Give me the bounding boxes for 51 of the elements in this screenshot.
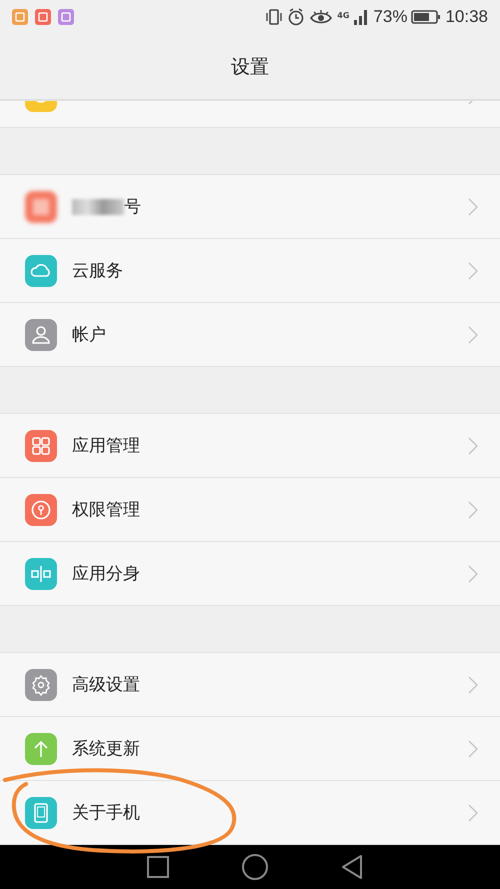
vibrate-icon: [265, 9, 284, 25]
item-label: 系统更新: [72, 738, 140, 760]
item-label: 关于手机: [72, 802, 140, 824]
signal-icon: [353, 9, 370, 25]
network-label: 4G: [337, 11, 350, 20]
settings-item[interactable]: 号: [0, 175, 500, 238]
notification-icon: [35, 9, 51, 25]
settings-item[interactable]: 关于手机: [0, 780, 500, 844]
battery-percent: 73%: [373, 7, 408, 27]
chevron-icon: [468, 436, 478, 454]
chevron-icon: [468, 326, 478, 344]
eye-icon: [309, 9, 334, 25]
settings-icon: [25, 494, 57, 526]
alarm-icon: [287, 8, 306, 26]
chevron-icon: [468, 262, 478, 280]
settings-item[interactable]: 帐户: [0, 302, 500, 366]
notification-icon: [12, 9, 28, 25]
settings-item[interactable]: 系统更新: [0, 716, 500, 780]
page-title: 设置: [231, 54, 269, 80]
settings-icon: [25, 430, 57, 462]
back-icon: [340, 854, 364, 880]
chevron-icon: [468, 198, 478, 216]
item-label: 应用管理: [72, 435, 140, 457]
settings-icon: [25, 668, 57, 700]
settings-item[interactable]: 高级设置: [0, 653, 500, 716]
settings-item[interactable]: 权限管理: [0, 477, 500, 541]
recent-apps-icon: [146, 855, 170, 879]
settings-icon: [25, 318, 57, 350]
chevron-icon: [468, 564, 478, 582]
item-label: 权限管理: [72, 499, 140, 521]
settings-item[interactable]: 应用分身: [0, 541, 500, 605]
battery-icon: [411, 9, 442, 25]
settings-icon: [25, 558, 57, 590]
chevron-icon: [468, 676, 478, 694]
clock-time: 10:38: [445, 7, 488, 27]
settings-icon: [25, 796, 57, 828]
settings-item[interactable]: 云服务: [0, 238, 500, 302]
settings-icon: [25, 254, 57, 286]
item-label: 号: [124, 196, 141, 218]
blurred-icon: [25, 190, 57, 222]
item-label: 高级设置: [72, 674, 140, 696]
home-icon: [240, 853, 269, 881]
chevron-icon: [468, 740, 478, 758]
item-label: 应用分身: [72, 563, 140, 585]
settings-item[interactable]: 应用管理: [0, 414, 500, 477]
chevron-icon: [468, 500, 478, 518]
item-label: 云服务: [72, 260, 123, 282]
settings-icon: [25, 732, 57, 764]
chevron-icon: [468, 804, 478, 822]
notification-icon: [58, 9, 74, 25]
item-label: 帐户: [72, 324, 106, 346]
